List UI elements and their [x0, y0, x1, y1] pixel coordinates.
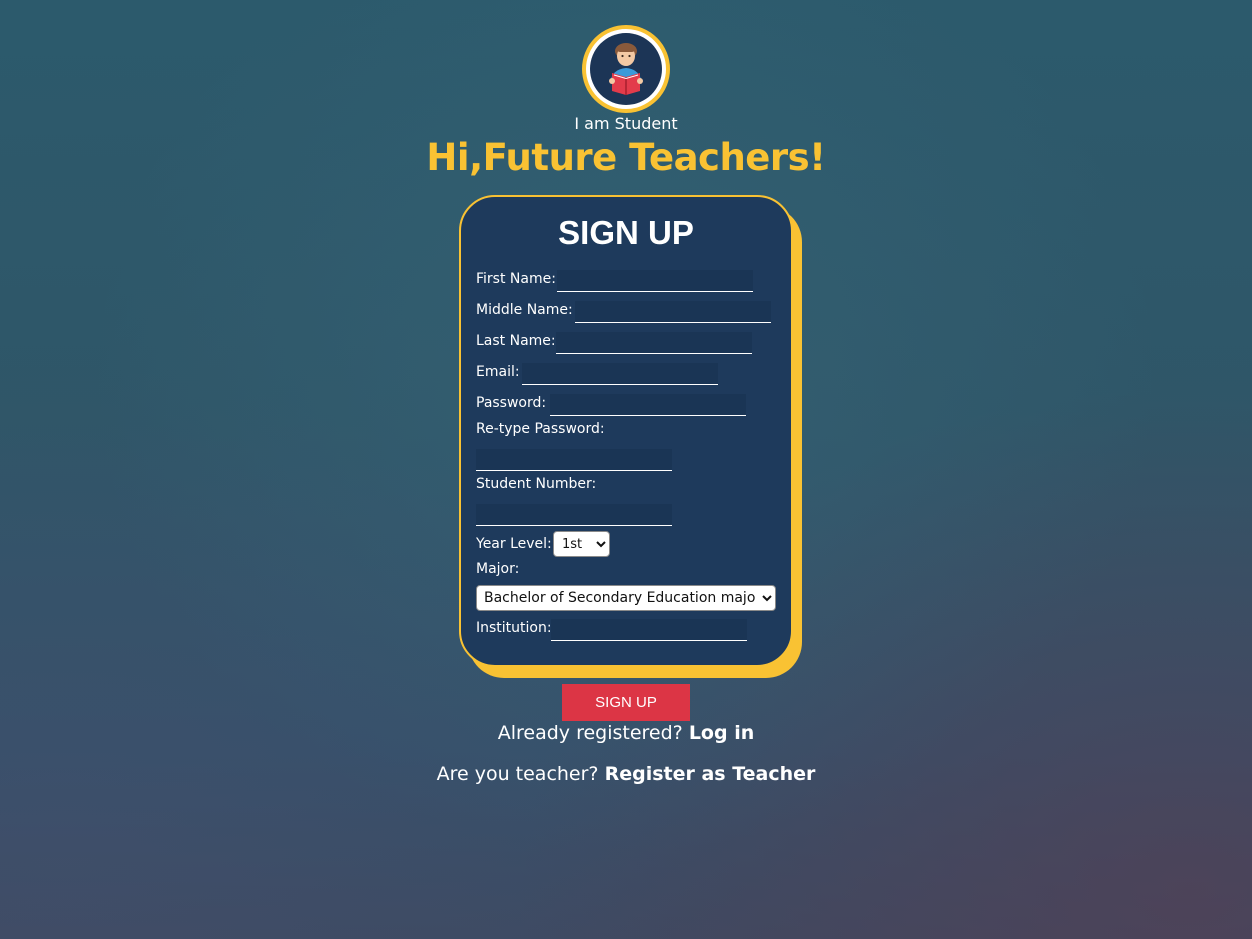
login-prompt: Already registered?: [497, 722, 683, 744]
email-input[interactable]: [522, 363, 718, 385]
role-label: I am Student: [574, 114, 678, 133]
first-name-label: First Name:: [476, 271, 556, 287]
password-input[interactable]: [550, 394, 746, 416]
signup-button[interactable]: SIGN UP: [562, 684, 690, 721]
retype-password-label: Re-type Password:: [476, 421, 605, 437]
middle-name-input[interactable]: [575, 301, 771, 323]
major-label: Major:: [476, 561, 520, 577]
teacher-prompt-line: Are you teacher? Register as Teacher: [0, 763, 1252, 785]
institution-label: Institution:: [476, 620, 552, 636]
student-reading-icon: [590, 33, 662, 105]
retype-password-input[interactable]: [476, 449, 672, 471]
year-level-select[interactable]: 1st: [553, 531, 610, 557]
year-level-label: Year Level:: [476, 536, 552, 552]
password-label: Password:: [476, 395, 547, 411]
student-avatar: [582, 25, 670, 113]
register-teacher-link[interactable]: Register as Teacher: [605, 763, 816, 785]
major-select[interactable]: Bachelor of Secondary Education major: [476, 585, 776, 611]
institution-input[interactable]: [551, 619, 747, 641]
middle-name-label: Middle Name:: [476, 302, 573, 318]
email-label: Email:: [476, 364, 520, 380]
signup-title: SIGN UP: [558, 214, 694, 251]
teacher-prompt: Are you teacher?: [436, 763, 599, 785]
last-name-input[interactable]: [556, 332, 752, 354]
first-name-input[interactable]: [557, 270, 753, 292]
login-prompt-line: Already registered? Log in: [0, 722, 1252, 744]
last-name-label: Last Name:: [476, 333, 556, 349]
login-link[interactable]: Log in: [689, 722, 754, 744]
student-number-label: Student Number:: [476, 476, 597, 492]
student-number-input[interactable]: [476, 504, 672, 526]
page-headline: Hi,Future Teachers!: [426, 136, 826, 179]
